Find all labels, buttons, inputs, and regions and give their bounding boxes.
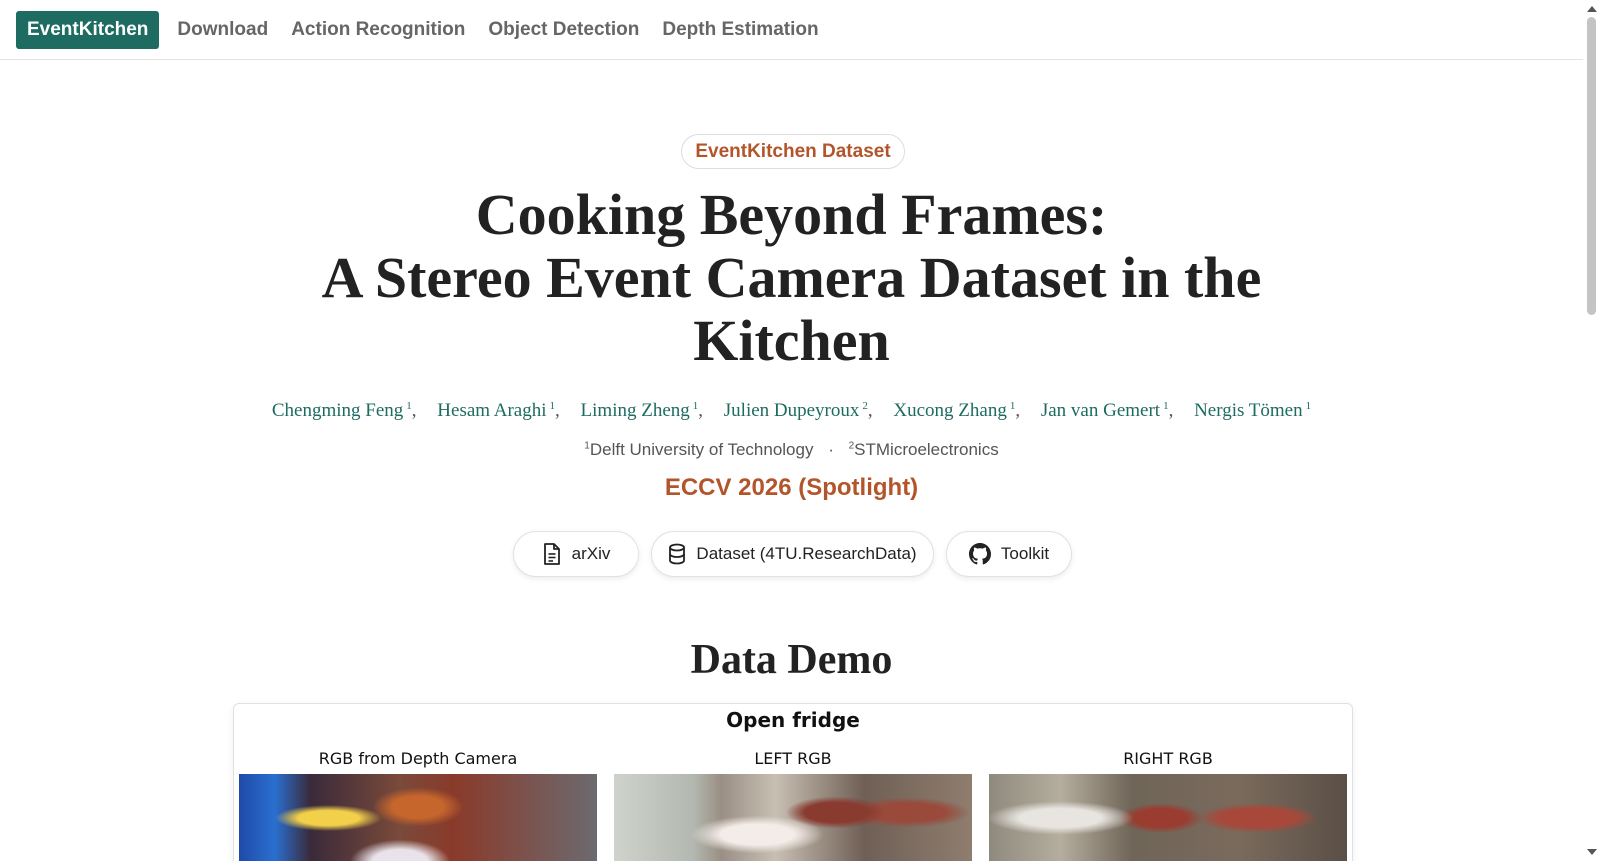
toolkit-button[interactable]: Toolkit <box>946 531 1072 577</box>
title-line-2: A Stereo Event Camera Dataset in the <box>321 245 1262 310</box>
nav-link-object-detection[interactable]: Object Detection <box>488 19 639 41</box>
dataset-button[interactable]: Dataset (4TU.ResearchData) <box>651 531 934 577</box>
affiliation-name: Delft University of Technology <box>589 440 814 459</box>
author-link[interactable]: Xucong Zhang 1 <box>893 400 1015 421</box>
scroll-up-arrow-icon[interactable] <box>1587 6 1597 12</box>
affiliation-name: STMicroelectronics <box>854 440 999 459</box>
document-icon <box>543 543 560 565</box>
scrollbar-thumb[interactable] <box>1587 17 1596 315</box>
nav-link-action-recognition[interactable]: Action Recognition <box>291 19 465 41</box>
camera-label-depth-rgb: RGB from Depth Camera <box>318 749 518 768</box>
dataset-pill-badge: EventKitchen Dataset <box>681 134 905 169</box>
nav-link-download[interactable]: Download <box>177 19 268 41</box>
page-scrollbar[interactable] <box>1583 0 1600 861</box>
clip-title: Open fridge <box>726 708 860 732</box>
depth-rgb-video-frame <box>239 774 597 861</box>
arxiv-button[interactable]: arXiv <box>513 531 639 577</box>
data-demo-panel: Open fridge RGB from Depth Camera LEFT R… <box>233 703 1353 861</box>
database-icon <box>669 543 686 565</box>
scroll-down-arrow-icon[interactable] <box>1587 849 1597 855</box>
right-rgb-video-frame <box>989 774 1347 861</box>
author-list: Chengming Feng 1, Hesam Araghi 1, Liming Z… <box>271 400 1312 422</box>
github-icon <box>968 543 991 565</box>
camera-label-right-rgb: RIGHT RGB <box>1123 749 1213 768</box>
author-link[interactable]: Chengming Feng 1 <box>272 400 412 421</box>
affiliations: 1Delft University of Technology · 2STMic… <box>584 440 999 459</box>
author-link[interactable]: Liming Zheng 1 <box>581 400 699 421</box>
venue-label: ECCV 2026 (Spotlight) <box>664 474 919 501</box>
author-link[interactable]: Julien Dupeyroux 2 <box>724 400 868 421</box>
nav-link-depth-estimation[interactable]: Depth Estimation <box>662 19 818 41</box>
title-line-1: Cooking Beyond Frames: <box>475 182 1108 247</box>
title-line-3: Kitchen <box>693 308 890 373</box>
author-link[interactable]: Jan van Gemert 1 <box>1041 400 1169 421</box>
camera-label-left-rgb: LEFT RGB <box>754 749 832 768</box>
author-link[interactable]: Hesam Araghi 1 <box>437 400 555 421</box>
top-navbar: EventKitchen Download Action Recognition… <box>0 0 1583 60</box>
page-title: Cooking Beyond Frames: A Stereo Event Ca… <box>0 183 1583 372</box>
author-link[interactable]: Nergis Tömen 1 <box>1194 400 1311 421</box>
left-rgb-video-frame <box>614 774 972 861</box>
brand-logo-button[interactable]: EventKitchen <box>16 10 160 49</box>
data-demo-heading: Data Demo <box>690 637 893 683</box>
